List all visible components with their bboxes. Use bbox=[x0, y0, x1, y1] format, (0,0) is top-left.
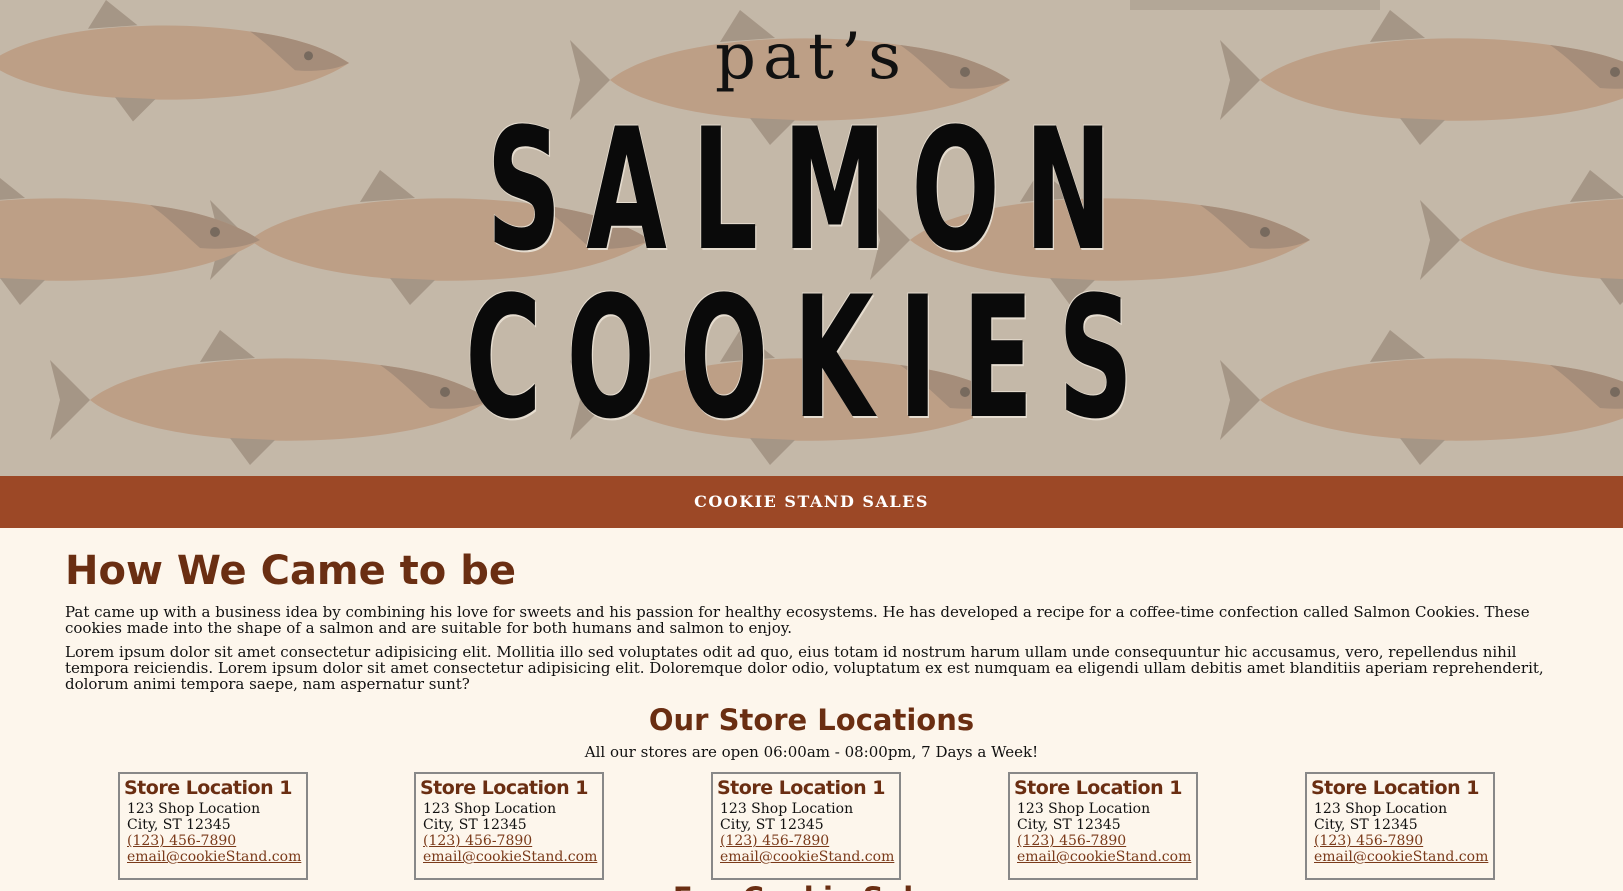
next-section-title: Fun Cookie Sales bbox=[65, 880, 1558, 891]
store-city: City, ST 12345 bbox=[720, 817, 824, 833]
store-email-link[interactable]: email@cookieStand.com bbox=[1017, 849, 1191, 865]
store-list: Store Location 1 123 Shop Location City,… bbox=[65, 772, 1558, 882]
locations-title: Our Store Locations bbox=[648, 703, 975, 737]
about-title: How We Came to be bbox=[65, 548, 516, 594]
store-city: City, ST 12345 bbox=[1017, 817, 1121, 833]
site-logo: pat’s SALMON COOKIES bbox=[0, 0, 1623, 476]
store-address: 123 Shop Location bbox=[423, 801, 557, 817]
store-name: Store Location 1 bbox=[717, 777, 885, 799]
hero-header: pat’s SALMON COOKIES bbox=[0, 0, 1623, 476]
main-content: How We Came to be Pat came up with a bus… bbox=[65, 528, 1558, 891]
store-email-link[interactable]: email@cookieStand.com bbox=[423, 849, 597, 865]
store-address: 123 Shop Location bbox=[1017, 801, 1151, 817]
store-city: City, ST 12345 bbox=[1314, 817, 1418, 833]
store-name: Store Location 1 bbox=[420, 777, 588, 799]
logo-cookies: COOKIES bbox=[465, 260, 1158, 456]
nav-link-cookie-stand-sales[interactable]: COOKIE STAND SALES bbox=[694, 476, 929, 528]
about-paragraph-2: Lorem ipsum dolor sit amet consectetur a… bbox=[65, 643, 1544, 693]
store-address: 123 Shop Location bbox=[1314, 801, 1448, 817]
main-nav: COOKIE STAND SALES bbox=[0, 476, 1623, 528]
store-hours: All our stores are open 06:00am - 08:00p… bbox=[584, 743, 1039, 761]
store-name: Store Location 1 bbox=[1311, 777, 1479, 799]
store-address: 123 Shop Location bbox=[720, 801, 854, 817]
logo-salmon: SALMON bbox=[486, 92, 1137, 288]
store-name: Store Location 1 bbox=[1014, 777, 1182, 799]
store-email-link[interactable]: email@cookieStand.com bbox=[720, 849, 894, 865]
logo-pats: pat’s bbox=[714, 20, 909, 94]
store-phone-link[interactable]: (123) 456-7890 bbox=[423, 833, 532, 849]
store-address: 123 Shop Location bbox=[127, 801, 261, 817]
store-city: City, ST 12345 bbox=[423, 817, 527, 833]
store-email-link[interactable]: email@cookieStand.com bbox=[1314, 849, 1488, 865]
about-paragraph-1: Pat came up with a business idea by comb… bbox=[65, 603, 1530, 637]
store-name: Store Location 1 bbox=[124, 777, 292, 799]
store-phone-link[interactable]: (123) 456-7890 bbox=[720, 833, 829, 849]
store-card: Store Location 1 123 Shop Location City,… bbox=[1008, 772, 1198, 880]
store-email-link[interactable]: email@cookieStand.com bbox=[127, 849, 301, 865]
store-phone-link[interactable]: (123) 456-7890 bbox=[1314, 833, 1423, 849]
store-card: Store Location 1 123 Shop Location City,… bbox=[1305, 772, 1495, 880]
store-card: Store Location 1 123 Shop Location City,… bbox=[414, 772, 604, 880]
store-phone-link[interactable]: (123) 456-7890 bbox=[127, 833, 236, 849]
store-card: Store Location 1 123 Shop Location City,… bbox=[711, 772, 901, 880]
store-card: Store Location 1 123 Shop Location City,… bbox=[118, 772, 308, 880]
store-city: City, ST 12345 bbox=[127, 817, 231, 833]
store-phone-link[interactable]: (123) 456-7890 bbox=[1017, 833, 1126, 849]
